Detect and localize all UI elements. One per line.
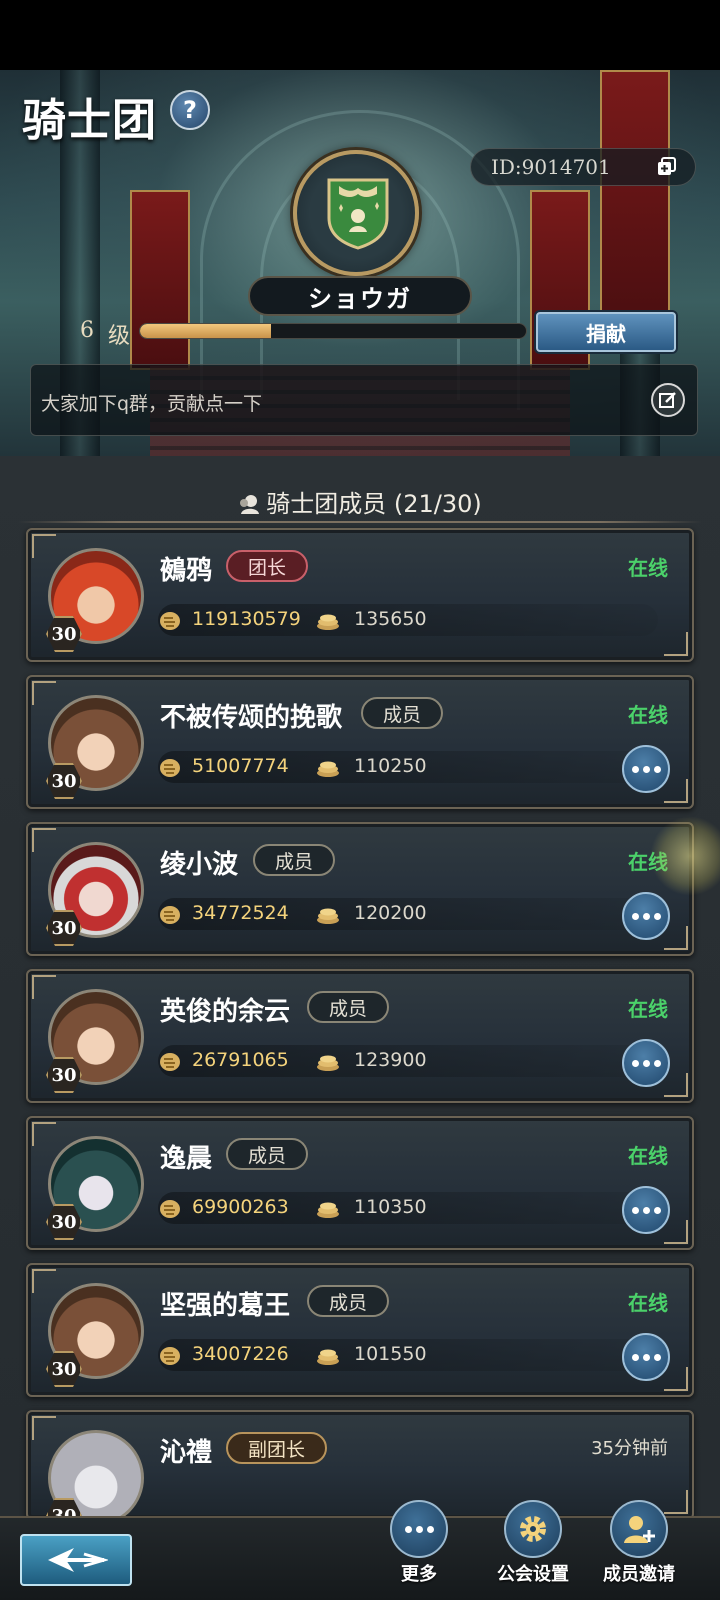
member-name: 英俊的余云 [160,997,291,1027]
power-icon [158,755,182,779]
member-stats: 69900263 110350 [158,1192,658,1224]
coin-icon [316,1049,340,1073]
gear-icon [504,1500,562,1558]
help-icon[interactable]: ? [170,90,210,130]
member-stat-power: 26791065 [192,1049,289,1071]
power-icon [158,1343,182,1367]
guild-settings-button[interactable]: 公会设置 [488,1500,578,1586]
invite-member-label: 成员邀请 [603,1564,675,1585]
guild-xp-bar [139,323,527,339]
members-section-title: 骑士团成员 (21/30) [0,484,720,519]
coin-icon [316,1343,340,1367]
member-more-button[interactable] [622,1186,670,1234]
member-status: 在线 [628,1144,668,1168]
edit-icon [659,392,676,408]
more-label: 更多 [401,1564,437,1585]
member-stat-contribution: 110250 [354,755,427,777]
members-title-text: 骑士团成员 (21/30) [266,490,482,518]
member-name: 不被传颂的挽歌 [160,703,343,733]
member-name: 鵺鸦 [160,556,213,586]
member-card[interactable]: 30沁禮副团长35分钟前 [26,1410,694,1534]
member-status: 在线 [628,556,668,580]
coin-icon [316,1196,340,1220]
member-more-button[interactable] [622,1039,670,1087]
member-role-badge: 成员 [307,1285,390,1317]
member-status: 在线 [628,997,668,1021]
member-stats: 34007226 101550 [158,1339,658,1371]
member-stat-contribution: 101550 [354,1343,427,1365]
donate-button[interactable]: 捐献 [536,312,676,352]
member-name: 绫小波 [160,850,239,880]
back-arrow-icon [48,1548,108,1572]
sparkle-effect [650,816,720,896]
member-stats: 34772524 120200 [158,898,658,930]
status-bar [0,0,720,70]
member-stat-contribution: 120200 [354,902,427,924]
shield-icon [327,178,389,250]
add-user-icon [610,1500,668,1558]
member-status: 在线 [628,703,668,727]
member-card[interactable]: 30 绫小波 成员 在线 34772524 120200 [26,822,694,956]
guild-name: ショウガ [248,276,472,316]
member-more-button[interactable] [622,1333,670,1381]
member-stat-power: 34007226 [192,1343,289,1365]
guild-notice: 大家加下q群，贡献点一下 [30,364,698,436]
member-status: 35分钟前 [591,1438,668,1459]
member-role-badge: 副团长 [226,1432,328,1464]
member-stat-power: 119130579 [192,608,301,630]
coin-icon [316,902,340,926]
guild-level-label: 级 [108,324,131,349]
power-icon [158,1049,182,1073]
member-more-button[interactable] [622,892,670,940]
coin-icon [316,755,340,779]
invite-member-button[interactable]: 成员邀请 [594,1500,684,1586]
back-button[interactable] [20,1534,132,1586]
member-stat-power: 51007774 [192,755,289,777]
bottom-bar: 更多 公会设置 成员邀请 [0,1500,720,1600]
member-name: 坚强的葛王 [160,1291,291,1321]
power-icon [158,1196,182,1220]
member-card[interactable]: 30 鵺鸦 团长 在线 119130579 135650 [26,528,694,662]
member-role-badge: 成员 [253,844,336,876]
member-role-badge: 成员 [361,697,444,729]
copy-icon[interactable] [657,157,677,177]
member-card[interactable]: 30 不被传颂的挽歌 成员 在线 51007774 110250 [26,675,694,809]
member-status: 在线 [628,1291,668,1315]
member-role-badge: 成员 [307,991,390,1023]
notice-text: 大家加下q群，贡献点一下 [41,393,263,415]
member-name: 逸晨 [160,1144,213,1174]
member-stat-contribution: 135650 [354,608,427,630]
member-stats: 119130579 135650 [158,604,658,636]
member-stats: 51007774 110250 [158,751,658,783]
member-card[interactable]: 30 坚强的葛王 成员 在线 34007226 101550 [26,1263,694,1397]
background-banner [600,70,670,330]
guild-level: 6 [80,318,94,343]
guild-xp-fill [140,324,272,338]
more-icon [390,1500,448,1558]
more-menu-button[interactable]: 更多 [374,1500,464,1586]
section-divider [18,521,702,523]
member-role-badge: 团长 [226,550,309,582]
page-title: 骑士团 [22,95,157,146]
member-role-badge: 成员 [226,1138,309,1170]
member-card[interactable]: 30 英俊的余云 成员 在线 26791065 123900 [26,969,694,1103]
member-more-button[interactable] [622,745,670,793]
guild-id: ID:9014701 [491,155,611,179]
edit-notice-button[interactable] [651,383,685,417]
member-card[interactable]: 30 逸晨 成员 在线 69900263 110350 [26,1116,694,1250]
member-name: 沁禮 [160,1438,213,1468]
power-icon [158,608,182,632]
member-stat-contribution: 123900 [354,1049,427,1071]
member-stats: 26791065 123900 [158,1045,658,1077]
member-stat-contribution: 110350 [354,1196,427,1218]
power-icon [158,902,182,926]
member-icon [240,495,260,514]
guild-id-box: ID:9014701 [470,148,696,186]
coin-icon [316,608,340,632]
guild-emblem [293,150,419,276]
background-banner [130,190,190,370]
member-stat-power: 34772524 [192,902,289,924]
guild-settings-label: 公会设置 [497,1564,569,1585]
member-stat-power: 69900263 [192,1196,289,1218]
